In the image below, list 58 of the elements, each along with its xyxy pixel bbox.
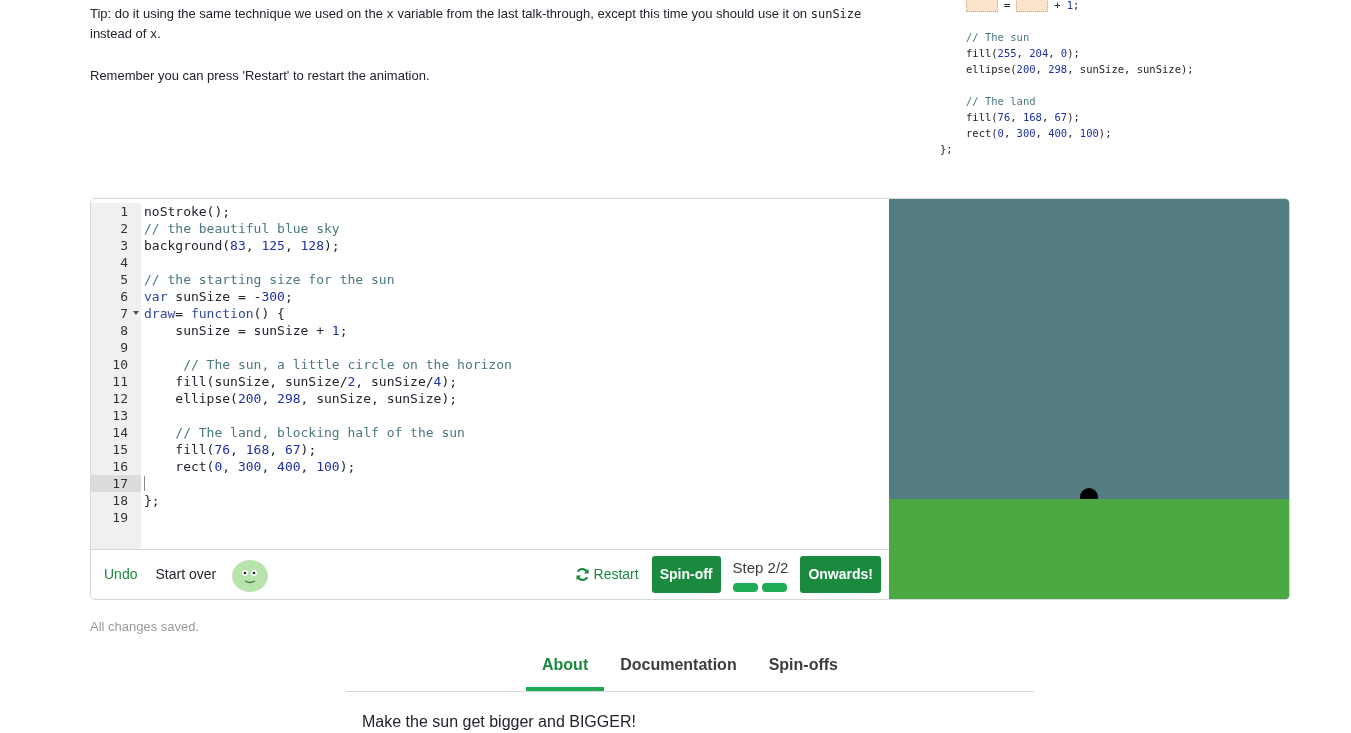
code-line: background(83, 125, 128);	[144, 238, 340, 253]
fold-caret-icon[interactable]	[133, 311, 139, 315]
line-number: 15	[91, 441, 141, 458]
code-line: };	[940, 143, 953, 155]
program-description: Make the sun get bigger and BIGGER!	[362, 711, 637, 732]
code-line: };	[144, 493, 160, 508]
line-number: 13	[91, 407, 141, 424]
tab[interactable]: About	[526, 644, 605, 691]
restart-button[interactable]: Restart	[569, 559, 644, 590]
line-number: 5	[91, 271, 141, 288]
text-cursor	[144, 476, 145, 491]
code-line: ellipse(200, 298, sunSize, sunSize);	[966, 63, 1194, 75]
code-line: rect(0, 300, 400, 100);	[966, 127, 1112, 139]
line-number: 6	[91, 288, 141, 305]
code-line: noStroke();	[144, 204, 231, 219]
code-line: fill(255, 204, 0);	[966, 47, 1080, 59]
tab[interactable]: Spin-offs	[752, 644, 854, 691]
onwards-button[interactable]: Onwards!	[800, 556, 881, 593]
undo-link[interactable]: Undo	[99, 559, 143, 590]
line-number: 8	[91, 322, 141, 339]
line-number: 10	[91, 356, 141, 373]
save-status: All changes saved.	[90, 618, 201, 636]
line-number: 12	[91, 390, 141, 407]
code-line: fill(76, 168, 67);	[174, 442, 317, 457]
gutter-background	[91, 526, 141, 549]
start-over-link[interactable]: Start over	[150, 559, 222, 590]
line-number: 14	[91, 424, 141, 441]
code-line: sunSize = sunSize + 1;	[174, 323, 348, 338]
line-number: 4	[91, 254, 141, 271]
line-number: 16	[91, 458, 141, 475]
code-line: fill(76, 168, 67);	[966, 111, 1080, 123]
instruction-text: Tip: do it using the same technique we used on the x variable from the last talk-through, except this time you should use it on sunSize instead of x.	[90, 5, 863, 43]
code-line: // the beautiful blue sky	[144, 221, 340, 236]
code-line: // The land, blocking half of the sun	[174, 425, 465, 440]
line-number: 7	[91, 305, 141, 322]
code-line: rect(0, 300, 400, 100);	[174, 459, 356, 474]
code-line: fill(sunSize, sunSize/2, sunSize/4);	[174, 374, 458, 389]
code-line: // The land	[966, 95, 1036, 107]
line-number: 1	[91, 203, 141, 220]
line-number: 18	[91, 492, 141, 509]
line-number: 9	[91, 339, 141, 356]
step-label: Step 2/2	[732, 557, 789, 578]
code-line: // The sun	[966, 31, 1030, 43]
line-number: 3	[91, 237, 141, 254]
code-line: // the starting size for the sun	[144, 272, 395, 287]
instruction-text: Remember you can press 'Restart' to restart the animation.	[90, 67, 431, 85]
code-line: = + 1;	[966, 0, 1080, 11]
line-number: 19	[91, 509, 141, 526]
line-number: 2	[91, 220, 141, 237]
spin-off-button[interactable]: Spin-off	[651, 556, 721, 593]
code-line: var sunSize = -300;	[144, 289, 293, 304]
code-line: // The sun, a little circle on the horizon	[182, 357, 512, 372]
line-number: 11	[91, 373, 141, 390]
code-line: ellipse(200, 298, sunSize, sunSize);	[174, 391, 458, 406]
refresh-icon	[574, 567, 590, 582]
tab[interactable]: Documentation	[604, 644, 753, 691]
code-line: draw= function() {	[144, 306, 285, 321]
line-number: 17	[91, 475, 141, 492]
